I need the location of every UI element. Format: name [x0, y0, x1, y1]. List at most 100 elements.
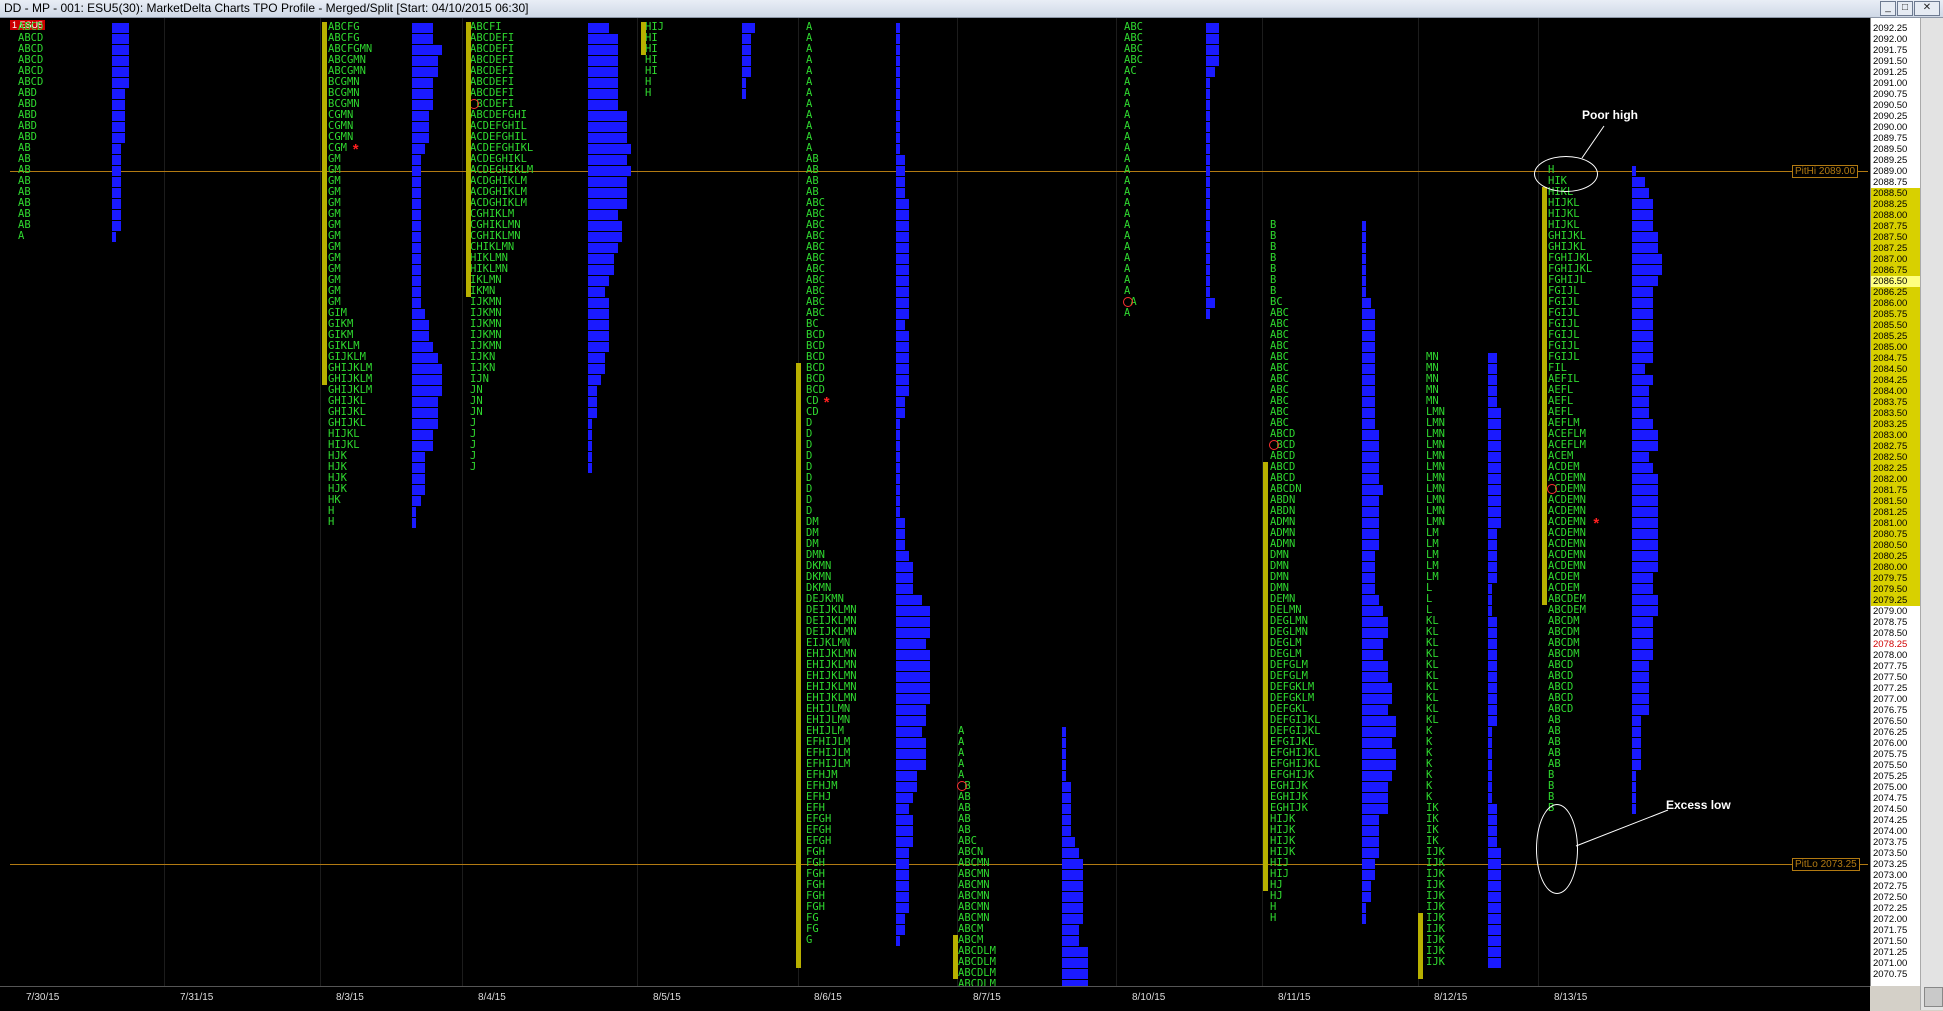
price-tick-label: 2071.50	[1873, 936, 1908, 947]
price-tick-label: 2084.50	[1871, 364, 1920, 375]
price-tick-label: 2076.75	[1873, 705, 1908, 716]
maximize-button[interactable]: □	[1897, 1, 1913, 16]
price-tick-label: 2071.25	[1873, 947, 1908, 958]
price-tick-label: 2091.50	[1873, 56, 1908, 67]
price-tick-label: 2072.00	[1873, 914, 1908, 925]
date-tick-label: 8/10/15	[1132, 992, 1166, 1003]
price-tick-label: 2083.50	[1871, 408, 1920, 419]
price-tick-label: 2081.75	[1871, 485, 1920, 496]
price-tick-label: 2074.00	[1873, 826, 1908, 837]
annotation-leader-line	[1575, 809, 1669, 847]
price-tick-label: 2081.00	[1871, 518, 1920, 529]
price-tick-label: 2089.50	[1873, 144, 1908, 155]
price-tick-label: 2079.50	[1871, 584, 1920, 595]
price-tick-label: 2083.00	[1871, 430, 1920, 441]
price-tick-label: 2073.50	[1873, 848, 1908, 859]
date-tick-label: 8/5/15	[653, 992, 681, 1003]
price-tick-label: 2089.75	[1873, 133, 1908, 144]
date-tick-label: 8/13/15	[1554, 992, 1588, 1003]
price-tick-label: 2088.75	[1873, 177, 1908, 188]
price-tick-label: 2078.75	[1873, 617, 1908, 628]
price-tick-label: 2091.75	[1873, 45, 1908, 56]
tpo-chart-area[interactable]: 1 ESU5 PitHi 2089.00 PitLo 2073.25 ABCD ABC…	[0, 18, 1870, 986]
price-tick-label: 2083.25	[1871, 419, 1920, 430]
price-tick-label: 2086.50	[1871, 276, 1920, 287]
price-tick-label: 2076.25	[1873, 727, 1908, 738]
price-tick-label: 2081.50	[1871, 496, 1920, 507]
price-tick-label: 2087.50	[1871, 232, 1920, 243]
price-tick-label: 2087.25	[1871, 243, 1920, 254]
price-tick-label: 2080.00	[1871, 562, 1920, 573]
price-tick-label: 2090.50	[1873, 100, 1908, 111]
price-tick-label: 2089.00	[1873, 166, 1908, 177]
price-tick-label: 2081.25	[1871, 507, 1920, 518]
price-tick-label: 2077.00	[1873, 694, 1908, 705]
price-tick-label: 2074.50	[1873, 804, 1908, 815]
price-tick-label: 2072.75	[1873, 881, 1908, 892]
price-tick-label: 2089.25	[1873, 155, 1908, 166]
price-tick-label: 2082.00	[1871, 474, 1920, 485]
price-tick-label: 2091.25	[1873, 67, 1908, 78]
price-tick-label: 2070.75	[1873, 969, 1908, 980]
price-tick-label: 2079.25	[1871, 595, 1920, 606]
price-tick-label: 2078.00	[1873, 650, 1908, 661]
price-tick-label: 2075.25	[1873, 771, 1908, 782]
minimize-button[interactable]: _	[1880, 1, 1896, 16]
price-tick-label: 2092.25	[1873, 23, 1908, 34]
price-tick-label: 2084.25	[1871, 375, 1920, 386]
price-tick-label: 2073.25	[1873, 859, 1908, 870]
price-tick-label: 2080.50	[1871, 540, 1920, 551]
price-tick-label: 2077.75	[1873, 661, 1908, 672]
price-tick-label: 2085.50	[1871, 320, 1920, 331]
date-tick-label: 8/7/15	[973, 992, 1001, 1003]
price-tick-label: 2088.25	[1871, 199, 1920, 210]
price-tick-label: 2084.00	[1871, 386, 1920, 397]
price-scale[interactable]: 2092.25 2092.00 2091.75 2091.50 2091.25 2091.…	[1870, 18, 1920, 986]
price-tick-label: 2084.75	[1871, 353, 1920, 364]
price-tick-label: 2076.50	[1873, 716, 1908, 727]
price-tick-label: 2085.00	[1871, 342, 1920, 353]
price-tick-label: 2082.75	[1871, 441, 1920, 452]
price-tick-label: 2082.25	[1871, 463, 1920, 474]
price-tick-label: 2073.75	[1873, 837, 1908, 848]
close-button[interactable]: ✕	[1914, 1, 1940, 16]
vertical-scrollbar[interactable]	[1920, 18, 1943, 1010]
date-tick-label: 8/4/15	[478, 992, 506, 1003]
price-tick-label: 2072.50	[1873, 892, 1908, 903]
scrollbar-thumb[interactable]	[1924, 987, 1943, 1007]
date-tick-label: 7/31/15	[180, 992, 214, 1003]
price-tick-label: 2078.50	[1873, 628, 1908, 639]
date-tick-label: 8/12/15	[1434, 992, 1468, 1003]
price-tick-label: 2075.50	[1873, 760, 1908, 771]
price-tick-label: 2087.75	[1871, 221, 1920, 232]
window-title: DD - MP - 001: ESU5(30): MarketDelta Cha…	[4, 1, 529, 15]
price-tick-label: 2086.00	[1871, 298, 1920, 309]
price-tick-label: 2074.75	[1873, 793, 1908, 804]
window-titlebar: DD - MP - 001: ESU5(30): MarketDelta Cha…	[0, 0, 1943, 18]
price-tick-label: 2085.25	[1871, 331, 1920, 342]
annotation-leader-line	[1581, 125, 1605, 159]
price-tick-label: 2079.75	[1871, 573, 1920, 584]
price-tick-label: 2076.00	[1873, 738, 1908, 749]
price-tick-label: 2071.00	[1873, 958, 1908, 969]
price-tick-label: 2075.75	[1873, 749, 1908, 760]
price-tick-label: 2078.25	[1873, 639, 1908, 650]
date-tick-label: 7/30/15	[26, 992, 60, 1003]
price-tick-label: 2086.25	[1871, 287, 1920, 298]
date-axis: 7/30/15 7/31/15 8/3/15 8/4/15 8/5/15 8/6/15 8/…	[0, 986, 1870, 1011]
price-tick-label: 2071.75	[1873, 925, 1908, 936]
price-tick-label: 2080.25	[1871, 551, 1920, 562]
price-tick-label: 2073.00	[1873, 870, 1908, 881]
date-tick-label: 8/3/15	[336, 992, 364, 1003]
price-tick-label: 2090.75	[1873, 89, 1908, 100]
price-tick-label: 2091.00	[1873, 78, 1908, 89]
price-tick-label: 2088.50	[1871, 188, 1920, 199]
annotation-leaders	[1575, 125, 1669, 847]
price-tick-label: 2086.75	[1871, 265, 1920, 276]
price-tick-label: 2072.25	[1873, 903, 1908, 914]
price-tick-label: 2083.75	[1871, 397, 1920, 408]
price-tick-label: 2075.00	[1873, 782, 1908, 793]
price-tick-label: 2074.25	[1873, 815, 1908, 826]
price-tick-label: 2092.00	[1873, 34, 1908, 45]
price-tick-label: 2085.75	[1871, 309, 1920, 320]
